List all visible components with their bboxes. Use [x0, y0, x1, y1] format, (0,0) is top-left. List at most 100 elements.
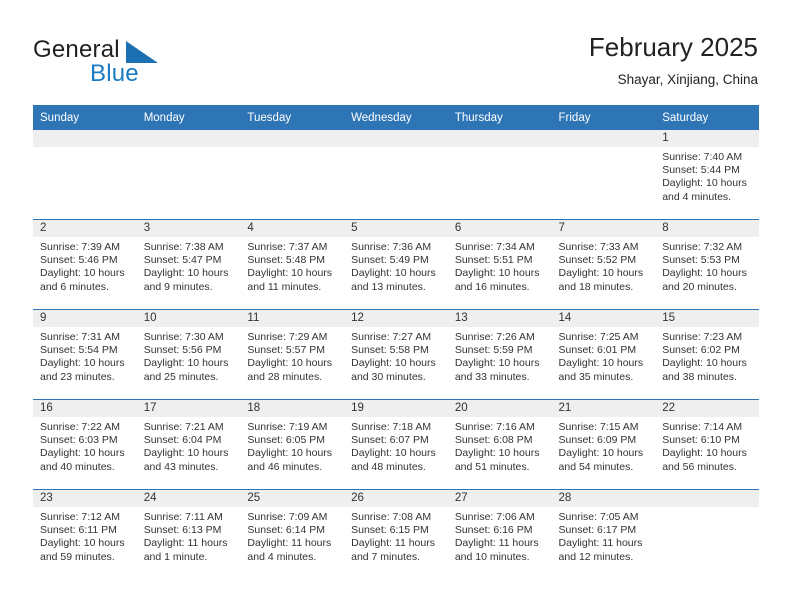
calendar-day-cell[interactable]: 13 Sunrise: 7:26 AM Sunset: 5:59 PM Dayligh…: [447, 309, 552, 400]
calendar-day-cell[interactable]: [447, 130, 552, 220]
page-header: General Blue February 2025 Shayar, Xinji…: [0, 0, 792, 100]
daylight-text-line1: Daylight: 10 hours: [247, 357, 333, 370]
day-number: 21: [551, 400, 656, 417]
calendar-day-cell[interactable]: [344, 130, 448, 220]
daylight-text-line1: Daylight: 10 hours: [143, 267, 229, 280]
daylight-text-line2: and 13 minutes.: [351, 280, 426, 293]
daylight-text-line1: Daylight: 10 hours: [143, 447, 229, 460]
calendar-day-cell[interactable]: 25 Sunrise: 7:09 AM Sunset: 6:14 PM Dayligh…: [240, 489, 345, 579]
sunrise-text: Sunrise: 7:40 AM: [662, 151, 743, 163]
calendar-day-cell[interactable]: 19 Sunrise: 7:18 AM Sunset: 6:07 PM Dayligh…: [344, 399, 448, 490]
sunset-text: Sunset: 6:13 PM: [143, 524, 222, 537]
sunset-text: Sunset: 5:52 PM: [558, 254, 637, 267]
daylight-text-line1: Daylight: 10 hours: [247, 267, 333, 280]
day-number: 22: [655, 400, 759, 417]
sunrise-text: Sunrise: 7:32 AM: [662, 241, 743, 253]
weekday-header-tuesday: Tuesday: [240, 105, 345, 130]
day-number: 25: [240, 490, 345, 507]
calendar-day-cell[interactable]: 8 Sunrise: 7:32 AM Sunset: 5:53 PM Daylight…: [655, 219, 759, 310]
daylight-text-line1: Daylight: 11 hours: [351, 537, 435, 550]
page-subtitle: Shayar, Xinjiang, China: [617, 72, 758, 87]
calendar-day-cell[interactable]: 18 Sunrise: 7:19 AM Sunset: 6:05 PM Dayligh…: [240, 399, 345, 490]
calendar-day-cell[interactable]: 23 Sunrise: 7:12 AM Sunset: 6:11 PM Dayligh…: [33, 489, 137, 579]
calendar-day-cell[interactable]: 2 Sunrise: 7:39 AM Sunset: 5:46 PM Daylight…: [33, 219, 137, 310]
sunset-text: Sunset: 6:11 PM: [40, 524, 117, 537]
daylight-text-line1: Daylight: 10 hours: [351, 267, 436, 280]
calendar-day-cell[interactable]: 27 Sunrise: 7:06 AM Sunset: 6:16 PM Dayligh…: [447, 489, 552, 579]
calendar-day-cell[interactable]: [240, 130, 345, 220]
daylight-text-line1: Daylight: 10 hours: [454, 267, 540, 280]
sunrise-text: Sunrise: 7:05 AM: [558, 511, 639, 523]
calendar-day-cell[interactable]: 14 Sunrise: 7:25 AM Sunset: 6:01 PM Dayligh…: [551, 309, 656, 400]
page-title: February 2025: [588, 32, 758, 62]
calendar-day-cell[interactable]: 17 Sunrise: 7:21 AM Sunset: 6:04 PM Dayligh…: [136, 399, 241, 490]
weekday-header-wednesday: Wednesday: [344, 105, 448, 130]
calendar-day-cell[interactable]: 11 Sunrise: 7:29 AM Sunset: 5:57 PM Dayligh…: [240, 309, 345, 400]
sunset-text: Sunset: 5:53 PM: [662, 254, 740, 267]
daylight-text-line2: and 48 minutes.: [351, 460, 426, 473]
daylight-text-line2: and 23 minutes.: [40, 370, 115, 383]
calendar-day-cell[interactable]: 5 Sunrise: 7:36 AM Sunset: 5:49 PM Daylight…: [344, 219, 448, 310]
general-blue-logo[interactable]: General Blue: [33, 36, 213, 88]
calendar-day-cell[interactable]: 1 Sunrise: 7:40 AM Sunset: 5:44 PM Daylight…: [655, 130, 759, 220]
daylight-text-line2: and 25 minutes.: [143, 370, 219, 383]
daylight-text-line1: Daylight: 10 hours: [662, 177, 747, 190]
day-number: 6: [447, 220, 552, 237]
calendar-day-cell[interactable]: 20 Sunrise: 7:16 AM Sunset: 6:08 PM Dayligh…: [447, 399, 552, 490]
day-number: 27: [447, 490, 552, 507]
calendar-day-cell[interactable]: 16 Sunrise: 7:22 AM Sunset: 6:03 PM Dayligh…: [33, 399, 137, 490]
daylight-text-line2: and 38 minutes.: [662, 370, 737, 383]
day-number: 24: [136, 490, 241, 507]
calendar-day-cell[interactable]: [655, 489, 759, 579]
calendar-day-cell[interactable]: 9 Sunrise: 7:31 AM Sunset: 5:54 PM Daylight…: [33, 309, 137, 400]
calendar-day-cell[interactable]: 21 Sunrise: 7:15 AM Sunset: 6:09 PM Dayligh…: [551, 399, 656, 490]
calendar-day-cell[interactable]: 26 Sunrise: 7:08 AM Sunset: 6:15 PM Dayligh…: [344, 489, 448, 579]
daylight-text-line2: and 16 minutes.: [454, 280, 530, 293]
calendar-day-cell[interactable]: 28 Sunrise: 7:05 AM Sunset: 6:17 PM Dayligh…: [551, 489, 656, 579]
day-number: [655, 490, 759, 507]
sunset-text: Sunset: 5:59 PM: [454, 344, 533, 357]
daylight-text-line1: Daylight: 11 hours: [454, 537, 539, 550]
calendar-day-cell[interactable]: 7 Sunrise: 7:33 AM Sunset: 5:52 PM Daylight…: [551, 219, 656, 310]
daylight-text-line2: and 33 minutes.: [454, 370, 530, 383]
sunrise-text: Sunrise: 7:33 AM: [558, 241, 639, 253]
sunset-text: Sunset: 5:46 PM: [40, 254, 118, 267]
sunset-text: Sunset: 6:05 PM: [247, 434, 326, 447]
calendar-week-row: 23 Sunrise: 7:12 AM Sunset: 6:11 PM Dayligh…: [33, 489, 759, 579]
daylight-text-line1: Daylight: 10 hours: [454, 447, 540, 460]
daylight-text-line1: Daylight: 10 hours: [662, 447, 747, 460]
daylight-text-line2: and 54 minutes.: [558, 460, 634, 473]
calendar-day-cell[interactable]: 6 Sunrise: 7:34 AM Sunset: 5:51 PM Daylight…: [447, 219, 552, 310]
day-number: 15: [655, 310, 759, 327]
calendar-day-cell[interactable]: 12 Sunrise: 7:27 AM Sunset: 5:58 PM Dayligh…: [344, 309, 448, 400]
calendar-page: General Blue February 2025 Shayar, Xinji…: [0, 0, 792, 612]
day-number: 7: [551, 220, 656, 237]
day-number: [136, 130, 241, 147]
calendar-day-cell[interactable]: 4 Sunrise: 7:37 AM Sunset: 5:48 PM Daylight…: [240, 219, 345, 310]
calendar-day-cell[interactable]: 24 Sunrise: 7:11 AM Sunset: 6:13 PM Dayligh…: [136, 489, 241, 579]
daylight-text-line2: and 1 minute.: [143, 550, 208, 563]
calendar-day-cell[interactable]: 10 Sunrise: 7:30 AM Sunset: 5:56 PM Dayligh…: [136, 309, 241, 400]
sunset-text: Sunset: 6:16 PM: [454, 524, 533, 537]
sunrise-text: Sunrise: 7:21 AM: [143, 421, 224, 433]
calendar-day-cell[interactable]: [33, 130, 137, 220]
daylight-text-line1: Daylight: 10 hours: [40, 537, 125, 550]
sunset-text: Sunset: 5:51 PM: [454, 254, 533, 267]
sunset-text: Sunset: 5:47 PM: [143, 254, 222, 267]
sunrise-text: Sunrise: 7:27 AM: [351, 331, 432, 343]
day-number: 9: [33, 310, 137, 327]
calendar-body: 1 Sunrise: 7:40 AM Sunset: 5:44 PM Daylight…: [33, 130, 759, 579]
sunset-text: Sunset: 5:44 PM: [662, 164, 740, 177]
calendar-day-cell[interactable]: [136, 130, 241, 220]
calendar-day-cell[interactable]: 3 Sunrise: 7:38 AM Sunset: 5:47 PM Daylight…: [136, 219, 241, 310]
day-number: 2: [33, 220, 137, 237]
sunset-text: Sunset: 5:58 PM: [351, 344, 429, 357]
daylight-text-line2: and 11 minutes.: [247, 280, 322, 293]
daylight-text-line2: and 4 minutes.: [247, 550, 317, 563]
calendar-day-cell[interactable]: 15 Sunrise: 7:23 AM Sunset: 6:02 PM Dayligh…: [655, 309, 759, 400]
calendar-day-cell[interactable]: 22 Sunrise: 7:14 AM Sunset: 6:10 PM Dayligh…: [655, 399, 759, 490]
logo-text-blue: Blue: [90, 60, 139, 87]
daylight-text-line2: and 20 minutes.: [662, 280, 737, 293]
sunrise-text: Sunrise: 7:34 AM: [454, 241, 535, 253]
calendar-day-cell[interactable]: [551, 130, 656, 220]
